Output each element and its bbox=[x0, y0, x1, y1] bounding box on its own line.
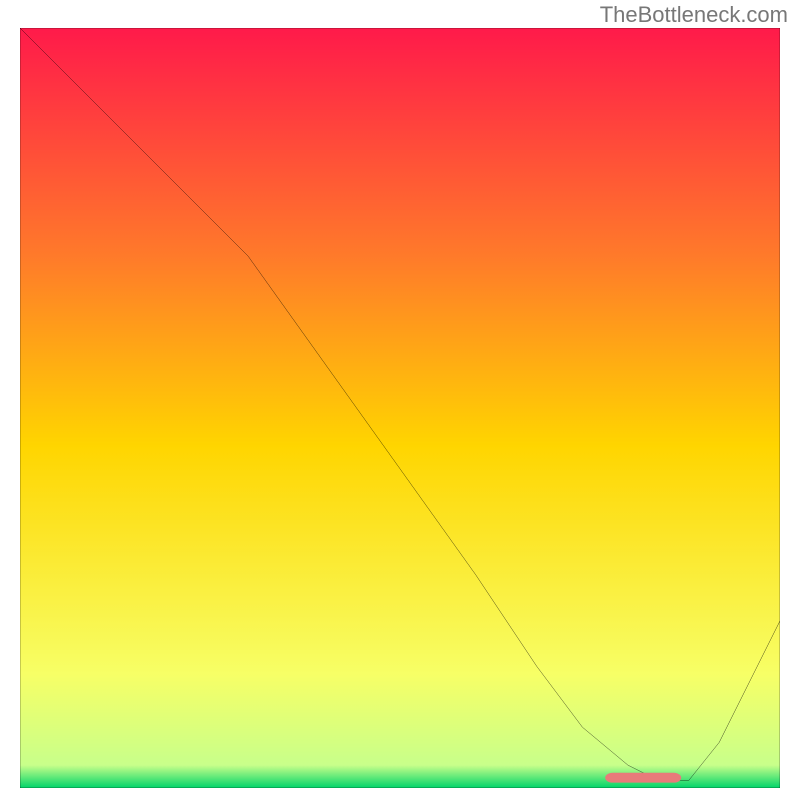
optimal-range-marker bbox=[605, 773, 681, 783]
chart-svg bbox=[20, 28, 780, 788]
watermark-text: TheBottleneck.com bbox=[600, 2, 788, 28]
chart-container bbox=[20, 28, 780, 788]
